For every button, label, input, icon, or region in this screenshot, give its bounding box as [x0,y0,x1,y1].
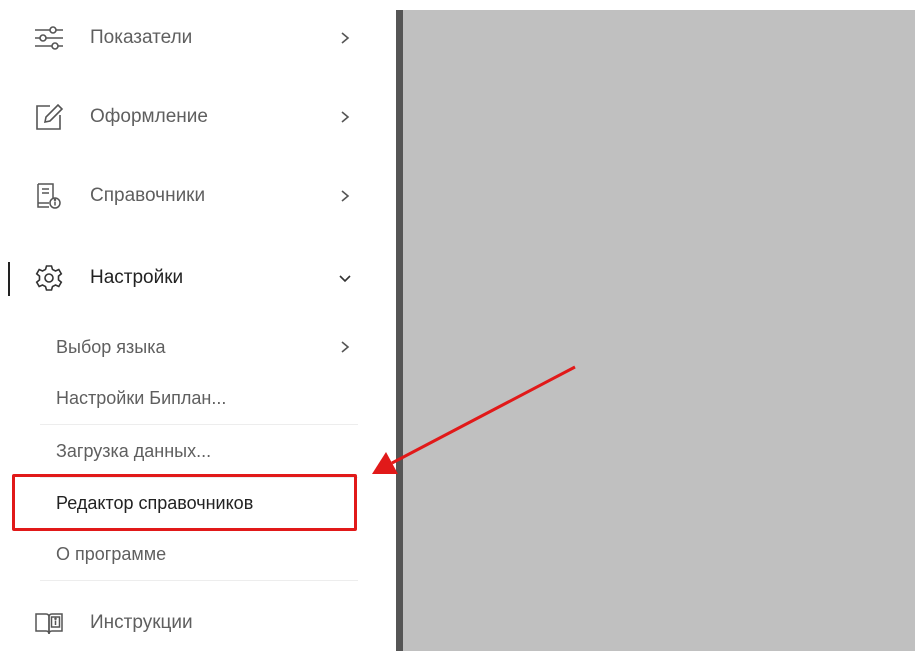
submenu-item-label: Выбор языка [56,337,166,357]
sliders-icon [33,24,65,52]
menu-item-label: Справочники [90,185,206,206]
edit-icon [33,103,65,131]
submenu-item-label: О программе [56,544,167,564]
menu-item-design[interactable]: Оформление [0,89,380,145]
chevron-right-icon [338,30,352,46]
gear-icon [33,264,65,292]
chevron-right-icon [338,109,352,125]
chevron-right-icon [338,339,352,355]
menu-item-label: Настройки [90,267,184,288]
reference-book-icon [33,182,65,210]
submenu-item-biplan-settings[interactable]: Настройки Биплан... [40,372,358,425]
panel-divider[interactable] [396,10,403,651]
submenu-item-label: Загрузка данных... [56,441,212,461]
active-indicator [8,262,10,296]
content-area [403,10,915,651]
submenu-item-data-loading[interactable]: Загрузка данных... [40,425,358,478]
sidebar-menu: Показатели Оформление Справочники Настро… [0,0,396,651]
submenu-item-language[interactable]: Выбор языка [40,321,358,373]
menu-item-label: Оформление [90,106,208,127]
highlight-frame [12,474,357,531]
menu-item-references[interactable]: Справочники [0,168,380,224]
chevron-right-icon [338,188,352,204]
chevron-down-icon [338,270,352,286]
menu-item-instructions[interactable]: Инструкции [0,595,380,651]
menu-item-label: Показатели [90,27,193,48]
menu-item-indicators[interactable]: Показатели [0,10,380,66]
submenu-item-label: Настройки Биплан... [56,388,227,408]
menu-item-settings[interactable]: Настройки [0,250,380,306]
book-info-icon [33,609,65,637]
submenu-item-about[interactable]: О программе [40,528,358,581]
menu-item-label: Инструкции [90,612,193,633]
